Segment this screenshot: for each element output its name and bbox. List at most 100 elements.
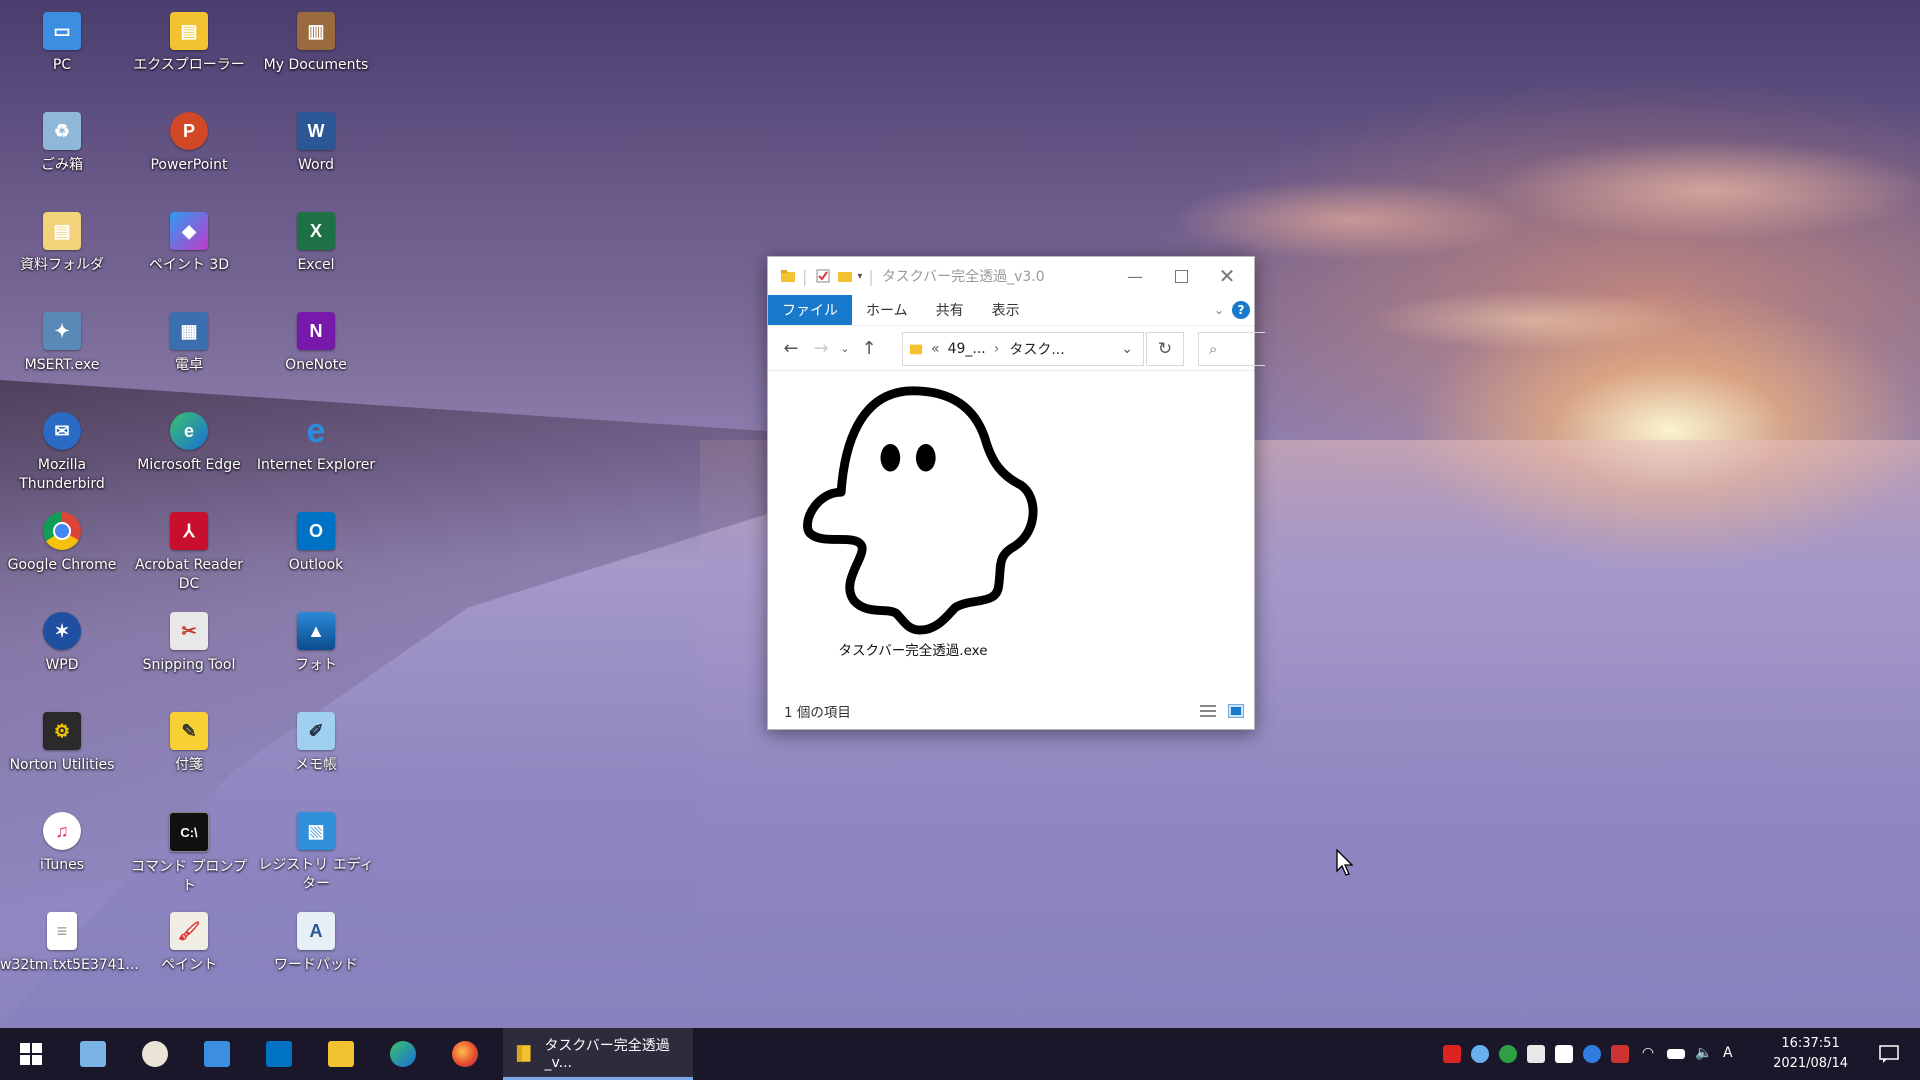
desktop-icon-explorer[interactable]: ▤ エクスプローラー: [127, 4, 251, 100]
desktop-icon-acrobat[interactable]: ⅄ Acrobat Reader DC: [127, 504, 251, 600]
address-dropdown-icon[interactable]: ⌄: [1121, 341, 1133, 357]
desktop-icon-label: エクスプローラー: [133, 57, 245, 73]
desktop-icon-paint[interactable]: 🖌 ペイント: [127, 904, 251, 1000]
clock[interactable]: 16:37:51 2021/08/14: [1773, 1034, 1848, 1074]
ribbon-expand-icon[interactable]: ⌄: [1214, 303, 1224, 317]
desktop-icon-my-documents[interactable]: ▥ My Documents: [254, 4, 378, 100]
forward-button[interactable]: →: [806, 338, 836, 359]
folder-icon: [909, 344, 923, 355]
breadcrumb-separator[interactable]: ›: [994, 341, 1000, 357]
file-list[interactable]: タスクバー完全透過.exe: [768, 371, 1254, 693]
window-title: タスクバー完全透過_v3.0: [881, 269, 1045, 285]
taskbar-task-explorer-window[interactable]: タスクバー完全透過_v...: [503, 1028, 693, 1080]
desktop-icon-photos[interactable]: ▲ フォト: [254, 604, 378, 700]
desktop-icon-command-prompt[interactable]: C:\ コマンド プロンプト: [127, 804, 251, 900]
desktop-icon-folder[interactable]: ▤ 資料フォルダ: [0, 204, 124, 300]
clock-date: 2021/08/14: [1773, 1056, 1848, 1071]
desktop-icon-msert[interactable]: ✦ MSERT.exe: [0, 304, 124, 400]
tab-view[interactable]: 表示: [978, 295, 1034, 325]
calculator-icon: ▦: [170, 312, 208, 350]
desktop-icon-snipping-tool[interactable]: ✂ Snipping Tool: [127, 604, 251, 700]
desktop-icon-pc[interactable]: ▭ PC: [0, 4, 124, 100]
new-folder-icon[interactable]: [837, 268, 853, 284]
close-button[interactable]: ✕: [1204, 257, 1250, 295]
desktop-icon-paint-3d[interactable]: ◆ ペイント 3D: [127, 204, 251, 300]
desktop-icon-label: My Documents: [263, 57, 369, 73]
desktop-icon-label: Norton Utilities: [9, 757, 115, 773]
tab-file[interactable]: ファイル: [768, 295, 852, 325]
up-button[interactable]: ↑: [854, 338, 884, 359]
quick-access-dropdown-icon[interactable]: ▾: [857, 271, 862, 282]
recent-locations-icon[interactable]: ⌄: [836, 342, 854, 355]
shield-icon[interactable]: [1555, 1045, 1573, 1063]
sync-icon[interactable]: [1499, 1045, 1517, 1063]
desktop-icon-label: 資料フォルダ: [20, 257, 104, 273]
large-icons-view-icon[interactable]: [1228, 704, 1244, 718]
breadcrumb-item[interactable]: 49_...: [948, 341, 986, 357]
breadcrumb-item[interactable]: タスク...: [1009, 339, 1064, 359]
desktop-icon-word[interactable]: W Word: [254, 104, 378, 200]
desktop-icon-edge[interactable]: e Microsoft Edge: [127, 404, 251, 500]
desktop-icon-registry-editor[interactable]: ▧ レジストリ エディター: [254, 804, 378, 900]
desktop-icon-recycle-bin[interactable]: ♻ ごみ箱: [0, 104, 124, 200]
taskbar-app-firefox[interactable]: [434, 1028, 496, 1080]
onedrive-icon[interactable]: [1471, 1045, 1489, 1063]
desktop-icon-outlook[interactable]: O Outlook: [254, 504, 378, 600]
volume-icon[interactable]: 🔈: [1695, 1045, 1713, 1063]
properties-icon[interactable]: [815, 268, 831, 284]
maximize-button[interactable]: [1158, 257, 1204, 295]
app-tray-icon[interactable]: [1527, 1045, 1545, 1063]
battery-icon[interactable]: [1667, 1049, 1685, 1059]
tab-home[interactable]: ホーム: [852, 295, 922, 325]
desktop-icon-notepad[interactable]: ✐ メモ帳: [254, 704, 378, 800]
taskbar-app-settings[interactable]: [186, 1028, 248, 1080]
security-tray-icon[interactable]: [1611, 1045, 1629, 1063]
help-icon[interactable]: ?: [1232, 301, 1250, 319]
desktop-icon-powerpoint[interactable]: P PowerPoint: [127, 104, 251, 200]
start-button[interactable]: [0, 1028, 62, 1080]
desktop-icon-sticky-notes[interactable]: ✎ 付箋: [127, 704, 251, 800]
desktop-icon-onenote[interactable]: N OneNote: [254, 304, 378, 400]
bluetooth-icon[interactable]: [1583, 1045, 1601, 1063]
refresh-button[interactable]: ↻: [1146, 332, 1184, 366]
desktop-icon-thunderbird[interactable]: ✉ Mozilla Thunderbird: [0, 404, 124, 500]
address-bar[interactable]: « 49_... › タスク... ⌄: [902, 332, 1144, 366]
taskbar-app-paint[interactable]: [124, 1028, 186, 1080]
desktop-icon-chrome[interactable]: Google Chrome: [0, 504, 124, 600]
desktop-icon-label: Word: [298, 157, 334, 173]
notification-center-button[interactable]: [1858, 1028, 1920, 1080]
wifi-icon[interactable]: ◠: [1639, 1045, 1657, 1063]
search-box[interactable]: ⌕: [1198, 332, 1265, 366]
snipping-tool-icon: ✂: [170, 612, 208, 650]
task-label: タスクバー完全透過_v...: [544, 1037, 670, 1071]
minimize-button[interactable]: —: [1112, 257, 1158, 295]
desktop-icon-internet-explorer[interactable]: e Internet Explorer: [254, 404, 378, 500]
details-view-icon[interactable]: [1200, 704, 1216, 718]
breadcrumb-overflow[interactable]: «: [931, 341, 940, 357]
notepad-icon: ✐: [297, 712, 335, 750]
taskbar-app-edge[interactable]: [372, 1028, 434, 1080]
file-item[interactable]: タスクバー完全透過.exe: [778, 379, 1048, 659]
desktop-icon-label: メモ帳: [295, 757, 337, 773]
back-button[interactable]: ←: [776, 338, 806, 359]
desktop-icon-itunes[interactable]: ♫ iTunes: [0, 804, 124, 900]
desktop-icon-excel[interactable]: X Excel: [254, 204, 378, 300]
desktop-icon-text-file[interactable]: ≡ w32tm.txt5E3741...: [0, 904, 139, 1000]
taskbar-app-outlook[interactable]: [248, 1028, 310, 1080]
desktop-icon-calculator[interactable]: ▦ 電卓: [127, 304, 251, 400]
tab-share[interactable]: 共有: [922, 295, 978, 325]
desktop-icon-label: Google Chrome: [7, 557, 117, 573]
desktop-icon-wpd[interactable]: ✶ WPD: [0, 604, 124, 700]
acrobat-tray-icon[interactable]: [1443, 1045, 1461, 1063]
desktop-icon-label: ごみ箱: [41, 157, 83, 173]
desktop-icon-label: 付箋: [175, 757, 203, 773]
taskbar-app-explorer[interactable]: [310, 1028, 372, 1080]
folder-icon: ▤: [43, 212, 81, 250]
ime-icon[interactable]: A: [1723, 1045, 1741, 1063]
title-bar[interactable]: | ▾ | タスクバー完全透過_v3.0 — ✕: [768, 257, 1254, 295]
taskbar-app-control-panel[interactable]: [62, 1028, 124, 1080]
outlook-icon: [266, 1041, 292, 1067]
desktop-icon-wordpad[interactable]: A ワードパッド: [254, 904, 378, 1000]
registry-editor-icon: ▧: [297, 812, 335, 850]
desktop-icon-norton[interactable]: ⚙ Norton Utilities: [0, 704, 124, 800]
